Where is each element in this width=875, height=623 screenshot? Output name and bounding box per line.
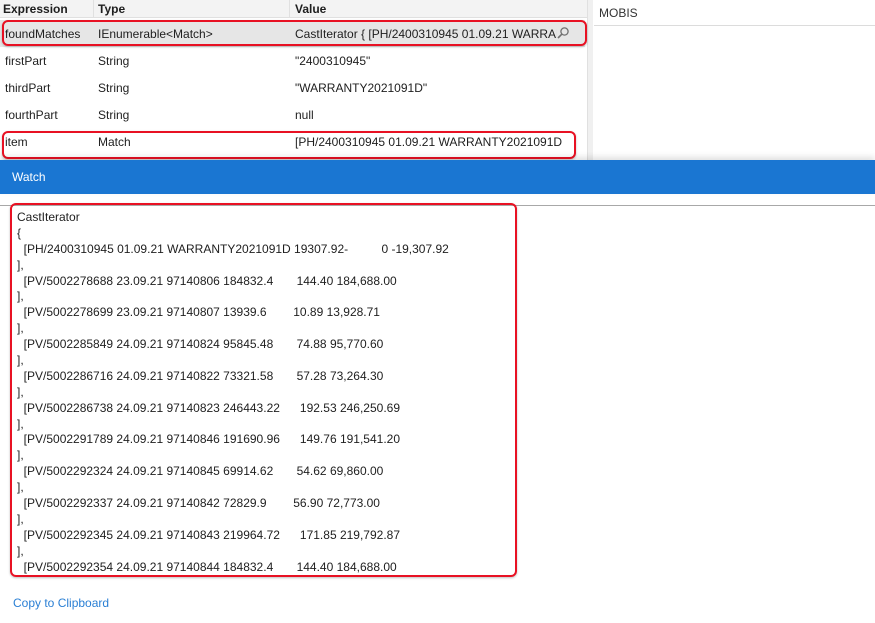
row-type: String: [98, 108, 130, 122]
right-pane: MOBIS: [594, 0, 875, 160]
watch-value-line: [PV/5002292345 24.09.21 97140843 219964.…: [17, 527, 401, 542]
column-header-value[interactable]: Value: [295, 2, 326, 16]
watch-value-line: ],: [17, 416, 24, 431]
watch-value-line: ],: [17, 384, 24, 399]
row-expression: firstPart: [5, 54, 47, 68]
debugger-window: Expression Type Value foundMatches IEnum…: [0, 0, 875, 623]
watch-value-line: ],: [17, 321, 24, 336]
right-pane-label: MOBIS: [599, 6, 638, 20]
locals-row-foundmatches[interactable]: foundMatches IEnumerable<Match> CastIter…: [0, 20, 585, 47]
row-value: null: [295, 108, 314, 122]
watch-value-line: ],: [17, 353, 24, 368]
watch-value-line: ],: [17, 543, 24, 558]
locals-header: Expression Type Value: [0, 0, 593, 18]
watch-value-line: [PH/2400310945 01.09.21 WARRANTY2021091D…: [17, 241, 449, 256]
locals-row-fourthpart[interactable]: fourthPart String null: [0, 101, 585, 128]
watch-value-line: ],: [17, 448, 24, 463]
divider: [594, 25, 875, 26]
watch-value-line: [PV/5002292324 24.09.21 97140845 69914.6…: [17, 464, 384, 479]
row-type: IEnumerable<Match>: [98, 27, 213, 41]
column-header-expression[interactable]: Expression: [3, 2, 68, 16]
column-divider[interactable]: [93, 0, 94, 18]
watch-value-line: ],: [17, 480, 24, 495]
watch-value-line: {: [17, 225, 22, 240]
row-type: String: [98, 81, 130, 95]
watch-value-line: CastIterator: [17, 210, 80, 224]
row-expression: thirdPart: [5, 81, 51, 95]
row-value: "2400310945": [295, 54, 371, 68]
watch-value-line: [PV/5002286738 24.09.21 97140823 246443.…: [17, 400, 401, 415]
locals-row-firstpart[interactable]: firstPart String "2400310945": [0, 47, 585, 74]
watch-value-line: [PV/5002292354 24.09.21 97140844 184832.…: [17, 559, 397, 574]
watch-title: Watch: [12, 170, 46, 184]
locals-row-thirdpart[interactable]: thirdPart String "WARRANTY2021091D": [0, 74, 585, 101]
watch-value-line: [PV/5002285849 24.09.21 97140824 95845.4…: [17, 337, 384, 352]
watch-value-line: ],: [17, 257, 24, 272]
row-expression: fourthPart: [5, 108, 58, 122]
column-divider[interactable]: [289, 0, 290, 18]
row-value: CastIterator { [PH/2400310945 01.09.21 W…: [295, 27, 557, 41]
watch-value-line: ],: [17, 511, 24, 526]
column-header-type[interactable]: Type: [98, 2, 125, 16]
watch-value-line: [PV/5002291789 24.09.21 97140846 191690.…: [17, 432, 401, 447]
row-type: Match: [98, 135, 131, 149]
row-type: String: [98, 54, 130, 68]
locals-scrollbar[interactable]: [587, 0, 593, 160]
watch-value-line: [PV/5002286716 24.09.21 97140822 73321.5…: [17, 368, 384, 383]
row-expression: foundMatches: [5, 27, 81, 41]
copy-to-clipboard-link[interactable]: Copy to Clipboard: [13, 596, 109, 610]
locals-grid: Expression Type Value foundMatches IEnum…: [0, 0, 593, 160]
row-value: [PH/2400310945 01.09.21 WARRANTY2021091D…: [295, 135, 565, 149]
row-value: "WARRANTY2021091D": [295, 81, 428, 95]
watch-value-line: [PV/5002278699 23.09.21 97140807 13939.6…: [17, 305, 380, 320]
magnifier-icon[interactable]: [556, 26, 570, 40]
watch-value-line: [PV/5002292337 24.09.21 97140842 72829.9…: [17, 496, 380, 511]
row-expression: item: [5, 135, 28, 149]
locals-row-item[interactable]: item Match [PH/2400310945 01.09.21 WARRA…: [0, 128, 585, 155]
watch-value-line: [PV/5002278688 23.09.21 97140806 184832.…: [17, 273, 397, 288]
watch-value-line: ],: [17, 289, 24, 304]
watch-titlebar[interactable]: Watch: [0, 160, 875, 194]
watch-value-textbox[interactable]: CastIterator{ [PH/2400310945 01.09.21 WA…: [14, 206, 512, 574]
